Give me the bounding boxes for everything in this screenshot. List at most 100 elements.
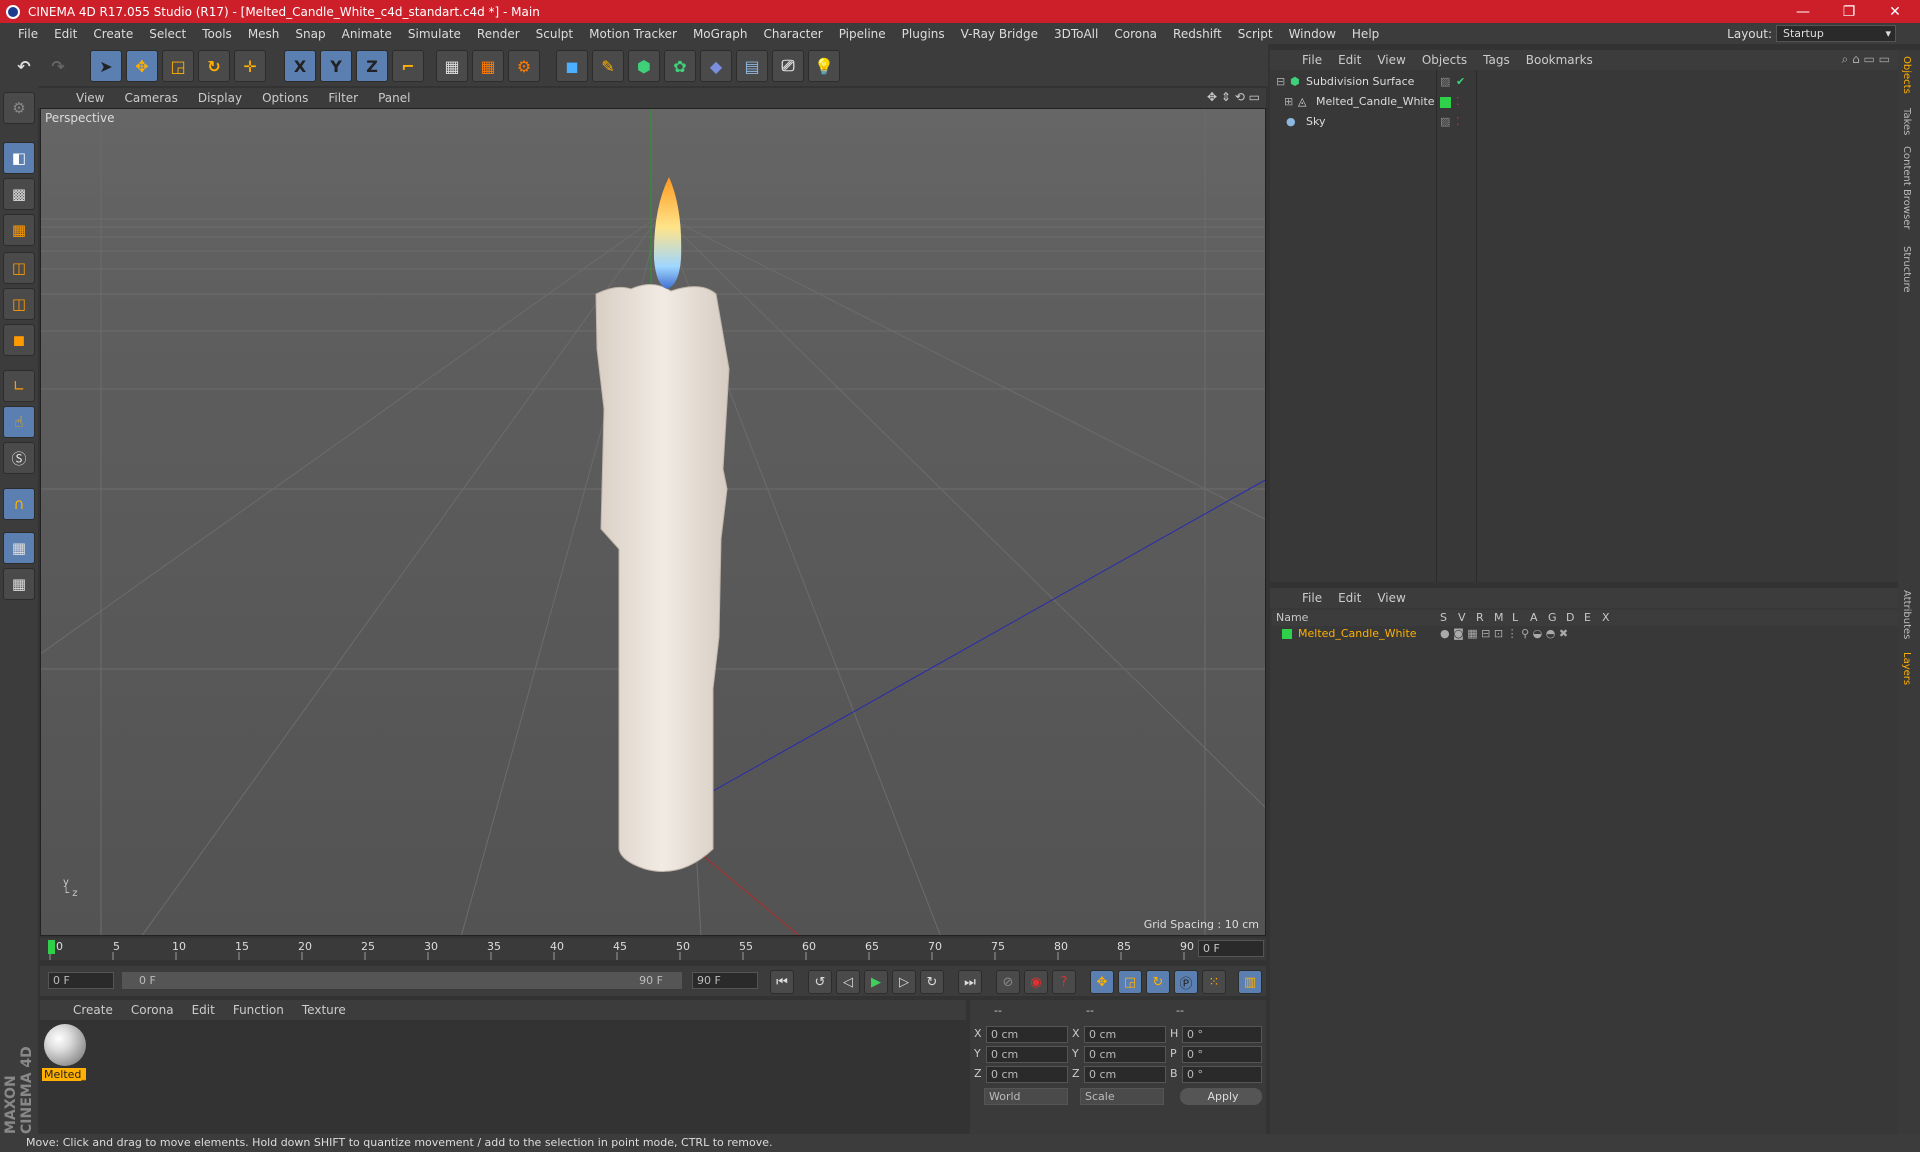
menu-edit[interactable]: Edit <box>46 27 85 41</box>
play-icon[interactable]: ▶ <box>864 970 888 994</box>
select-arrow-icon[interactable]: ➤ <box>90 50 122 82</box>
mat-menu-texture[interactable]: Texture <box>293 1003 355 1017</box>
y-axis-button[interactable]: Y <box>320 50 352 82</box>
perspective-viewport[interactable]: Perspective y └ z Grid Spacing : 10 cm <box>40 108 1266 936</box>
material-name-label[interactable]: Melted_ <box>42 1068 86 1081</box>
menu-redshift[interactable]: Redshift <box>1165 27 1230 41</box>
size-mode-dropdown[interactable]: Scale <box>1080 1088 1164 1105</box>
next-frame-icon[interactable]: ▷ <box>892 970 916 994</box>
texture-mode-icon[interactable]: ▩ <box>3 178 35 210</box>
rot-p-field[interactable]: 0 ° <box>1182 1046 1262 1063</box>
menu-plugins[interactable]: Plugins <box>894 27 953 41</box>
tab-structure[interactable]: Structure <box>1901 246 1912 293</box>
object-row-subdivision-surface[interactable]: ⊟ ⬢ Subdivision Surface ▨ ✔ <box>1272 72 1900 92</box>
key-rotation-icon[interactable]: ↻ <box>1146 970 1170 994</box>
size-z-field[interactable]: 0 cm <box>1084 1066 1166 1083</box>
edges-mode-icon[interactable]: ◫ <box>3 288 35 320</box>
menu-mesh[interactable]: Mesh <box>240 27 288 41</box>
tweak-mode-icon[interactable]: ☝ <box>3 406 35 438</box>
menu-sculpt[interactable]: Sculpt <box>528 27 581 41</box>
mat-menu-corona[interactable]: Corona <box>122 1003 183 1017</box>
layer-col-a[interactable]: A <box>1530 611 1538 624</box>
menu-render[interactable]: Render <box>469 27 528 41</box>
layer-col-m[interactable]: M <box>1494 611 1504 624</box>
rot-h-field[interactable]: 0 ° <box>1182 1026 1262 1043</box>
layer-col-x[interactable]: X <box>1602 611 1610 624</box>
layer-color-swatch[interactable] <box>1440 97 1451 108</box>
obj-menu-file[interactable]: File <box>1294 53 1330 67</box>
layer-col-l[interactable]: L <box>1512 611 1518 624</box>
layer-toggle-icons[interactable]: ● ◙ ▦ ⊟ ⊡ ⋮ ⚲ ◒ ◓ ✖ <box>1440 627 1568 640</box>
viewport-nav-icons[interactable]: ✥ ⇕ ⟲ ▭ <box>1207 90 1260 104</box>
menu-file[interactable]: File <box>10 27 46 41</box>
autokey-icon[interactable]: ◉ <box>1024 970 1048 994</box>
move-icon[interactable]: ✥ <box>126 50 158 82</box>
previous-frame-icon[interactable]: ◁ <box>836 970 860 994</box>
mat-menu-create[interactable]: Create <box>64 1003 122 1017</box>
layer-col-v[interactable]: V <box>1458 611 1466 624</box>
previous-key-icon[interactable]: ↺ <box>808 970 832 994</box>
obj-menu-edit[interactable]: Edit <box>1330 53 1369 67</box>
layer-col-d[interactable]: D <box>1566 611 1574 624</box>
menu-script[interactable]: Script <box>1230 27 1281 41</box>
menu-mograph[interactable]: MoGraph <box>685 27 756 41</box>
start-frame-field[interactable]: 0 F <box>48 972 114 989</box>
workplane-icon[interactable]: ▦ <box>3 214 35 246</box>
range-slider[interactable]: 0 F 90 F <box>122 972 682 989</box>
make-editable-icon[interactable]: ⚙ <box>3 92 35 124</box>
menu-simulate[interactable]: Simulate <box>400 27 469 41</box>
layer-menu-view[interactable]: View <box>1369 591 1413 605</box>
menu-pipeline[interactable]: Pipeline <box>831 27 894 41</box>
rot-b-field[interactable]: 0 ° <box>1182 1066 1262 1083</box>
timeline-ruler[interactable]: 0 5 10 15 20 25 30 35 40 45 50 55 60 65 … <box>40 938 1266 960</box>
vp-menu-filter[interactable]: Filter <box>318 91 368 105</box>
record-keys-icon[interactable]: ⊘ <box>996 970 1020 994</box>
expand-icon[interactable]: ⊞ <box>1284 92 1293 112</box>
tab-objects[interactable]: Objects <box>1901 56 1912 94</box>
deformer-icon[interactable]: ◆ <box>700 50 732 82</box>
z-axis-button[interactable]: Z <box>356 50 388 82</box>
object-row-melted-candle[interactable]: ⊞ ◬ Melted_Candle_White ⁚ <box>1272 92 1900 112</box>
close-button[interactable]: ✕ <box>1872 0 1918 23</box>
mograph-cloner-icon[interactable]: ✿ <box>664 50 696 82</box>
vp-menu-display[interactable]: Display <box>188 91 252 105</box>
minimize-button[interactable]: — <box>1780 0 1826 23</box>
rotate-icon[interactable]: ↻ <box>198 50 230 82</box>
vp-menu-cameras[interactable]: Cameras <box>114 91 187 105</box>
keyframe-selection-icon[interactable]: ? <box>1052 970 1076 994</box>
camera-icon[interactable]: ⎚ <box>772 50 804 82</box>
vp-menu-options[interactable]: Options <box>252 91 318 105</box>
tab-content-browser[interactable]: Content Browser <box>1901 146 1912 229</box>
pen-spline-icon[interactable]: ✎ <box>592 50 624 82</box>
menu-select[interactable]: Select <box>141 27 194 41</box>
locked-workplane-icon[interactable]: ▦ <box>3 532 35 564</box>
subdivision-icon[interactable]: ⬢ <box>628 50 660 82</box>
key-parameter-icon[interactable]: Ⓟ <box>1174 970 1198 994</box>
vp-menu-panel[interactable]: Panel <box>368 91 420 105</box>
coordinate-space-dropdown[interactable]: World <box>984 1088 1068 1105</box>
layout-dropdown[interactable]: Startup ▾ <box>1776 25 1896 42</box>
layer-color-swatch[interactable] <box>1282 629 1292 639</box>
key-scale-icon[interactable]: ◲ <box>1118 970 1142 994</box>
menu-create[interactable]: Create <box>85 27 141 41</box>
enabled-check-icon[interactable]: ✔ <box>1456 72 1465 92</box>
layer-col-s[interactable]: S <box>1440 611 1447 624</box>
restore-button[interactable]: ❐ <box>1826 0 1872 23</box>
tab-attributes[interactable]: Attributes <box>1901 590 1912 639</box>
points-mode-icon[interactable]: ◫ <box>3 252 35 284</box>
layer-col-r[interactable]: R <box>1476 611 1484 624</box>
apply-button[interactable]: Apply <box>1180 1088 1262 1105</box>
layer-tag-icon[interactable]: ▨ <box>1440 112 1450 132</box>
polygons-mode-icon[interactable]: ◼ <box>3 324 35 356</box>
end-frame-field[interactable]: 90 F <box>692 972 758 989</box>
obj-menu-objects[interactable]: Objects <box>1414 53 1475 67</box>
vp-menu-view[interactable]: View <box>66 91 114 105</box>
layer-name[interactable]: Melted_Candle_White <box>1298 627 1417 640</box>
visibility-dots-icon[interactable]: ⁚ <box>1456 112 1460 132</box>
next-key-icon[interactable]: ↻ <box>920 970 944 994</box>
render-view-icon[interactable]: ▦ <box>436 50 468 82</box>
undo-icon[interactable]: ↶ <box>8 50 40 82</box>
transform-icon[interactable]: ✛ <box>234 50 266 82</box>
size-y-field[interactable]: 0 cm <box>1084 1046 1166 1063</box>
snap-icon[interactable]: Ⓢ <box>3 442 35 474</box>
